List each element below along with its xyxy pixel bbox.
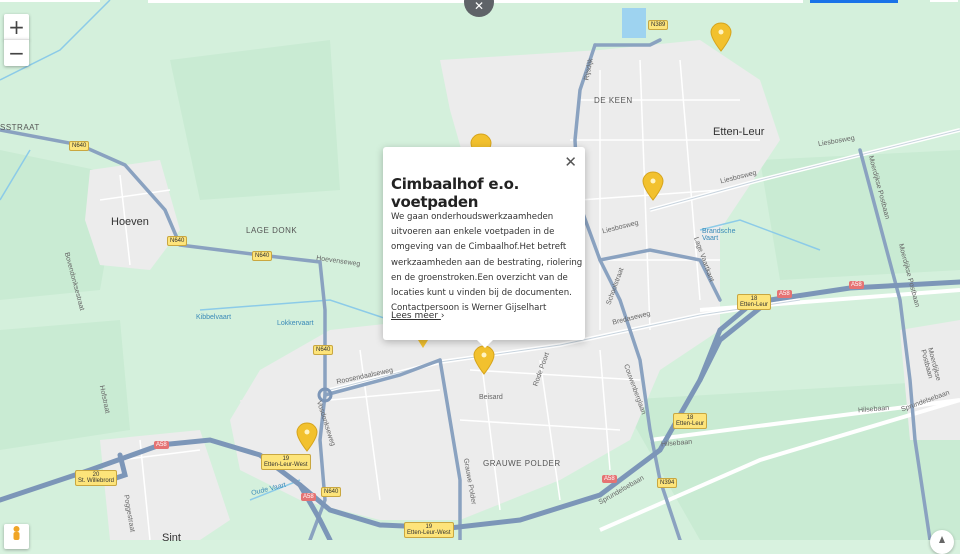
popup-close-button[interactable]: ✕ <box>564 153 577 171</box>
pegman-button[interactable] <box>4 524 29 549</box>
label-brandsche-vaart: Brandsche Vaart <box>702 228 736 242</box>
popup-description: We gaan onderhoudswerkzaamheden uitvoere… <box>391 212 583 314</box>
shield-exit-18: 18 Etten-Leur <box>737 294 772 310</box>
read-more-link[interactable]: Lees meer › <box>391 311 445 321</box>
shield-exit-19: 19 Etten-Leur-West <box>404 522 454 538</box>
compass-button[interactable] <box>930 530 954 554</box>
shield-exit-18: 18 Etten-Leur <box>673 413 708 429</box>
shield-n640: N640 <box>69 141 90 151</box>
label-grauwe-polder: GRAUWE POLDER <box>483 459 561 468</box>
label-kibbelvaart: Kibbelvaart <box>196 314 232 321</box>
popup-title: Cimbaalhof e.o. voetpaden <box>391 175 520 211</box>
read-more-label: Lees meer <box>391 311 439 321</box>
shield-a58: A58 <box>602 475 617 483</box>
shield-n640: N640 <box>252 251 273 261</box>
label-beisard: Beisard <box>479 394 503 401</box>
label-etten-leur: Etten-Leur <box>713 126 765 138</box>
close-icon: ✕ <box>564 153 577 171</box>
shield-a58: A58 <box>777 290 792 298</box>
label-lokkervaart: Lokkervaart <box>277 320 314 327</box>
chevron-right-icon: › <box>440 311 445 321</box>
top-left-edge <box>0 0 100 2</box>
top-button-edge <box>810 0 898 3</box>
shield-n389: N389 <box>648 20 669 30</box>
shield-a58: A58 <box>154 441 169 449</box>
label-de-keen: DE KEEN <box>594 96 633 105</box>
shield-n640: N640 <box>167 236 188 246</box>
label-hoeven: Hoeven <box>111 216 149 228</box>
compass-icon <box>939 536 945 543</box>
shield-n640: N640 <box>321 487 342 497</box>
label-lage-donk: LAGE DONK <box>246 226 298 235</box>
label-sint: Sint <box>162 532 181 544</box>
shield-exit-19: 19 Etten-Leur-West <box>261 454 311 470</box>
shield-exit-20: 20 St. Willebrord <box>75 470 118 486</box>
top-right-edge <box>930 0 958 2</box>
shield-a58: A58 <box>849 281 864 289</box>
label-sstraat: SSTRAAT <box>0 123 40 132</box>
pegman-icon <box>13 526 20 540</box>
zoom-in-button[interactable]: + <box>4 14 29 40</box>
water-bodies <box>622 8 646 38</box>
zoom-out-button[interactable]: − <box>4 39 29 66</box>
close-icon: ✕ <box>473 0 485 13</box>
info-popup: ✕ Cimbaalhof e.o. voetpaden We gaan onde… <box>383 147 585 348</box>
shield-a58: A58 <box>301 493 316 501</box>
shield-n394: N394 <box>657 478 678 488</box>
shield-n640: N640 <box>313 345 334 355</box>
